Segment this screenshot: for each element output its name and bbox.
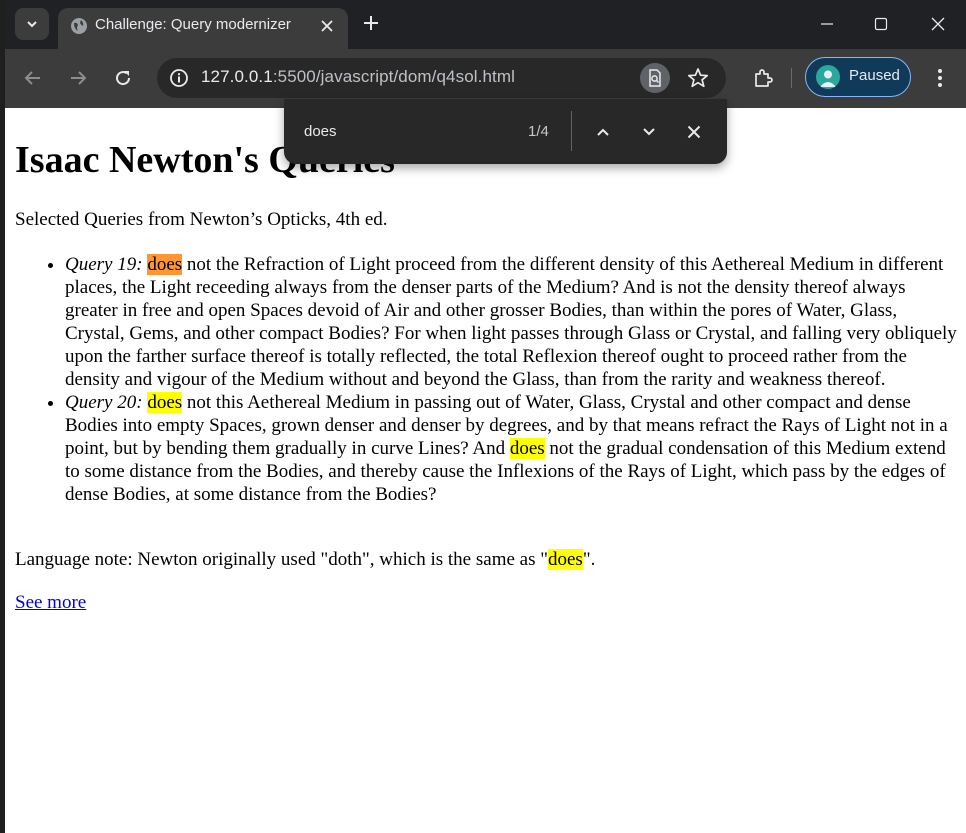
reload-icon	[116, 71, 131, 86]
find-match-count: 1/4	[528, 123, 549, 140]
chevron-up-icon	[597, 128, 609, 136]
url-host: 127.0.0.1	[201, 67, 273, 86]
find-indicator-button[interactable]	[640, 63, 670, 93]
window-close-button[interactable]	[923, 10, 953, 38]
close-icon	[931, 17, 945, 31]
query-19-item: Query 19: does not the Refraction of Lig…	[65, 253, 960, 391]
tab-title: Challenge: Query modernizer	[95, 16, 291, 33]
query-label: Query 19:	[65, 254, 143, 275]
query-20-item: Query 20: does not this Aethereal Medium…	[65, 391, 960, 506]
kebab-menu-icon	[938, 69, 942, 87]
language-note: Language note: Newton originally used "d…	[15, 549, 595, 571]
forward-icon	[71, 71, 87, 85]
find-separator	[571, 111, 572, 151]
tab-search-button[interactable]	[15, 8, 49, 40]
site-info-icon	[170, 69, 188, 87]
see-more-link[interactable]: See more	[15, 592, 86, 614]
find-input[interactable]: does	[304, 123, 337, 140]
find-bar: does 1/4	[284, 99, 727, 164]
forward-button[interactable]	[62, 62, 94, 94]
minimize-button[interactable]	[812, 10, 842, 38]
chevron-down-icon	[643, 128, 655, 136]
toolbar-separator	[791, 68, 792, 88]
globe-icon	[71, 18, 87, 34]
close-icon	[687, 125, 701, 139]
find-previous-button[interactable]	[590, 119, 616, 145]
find-match: does	[147, 392, 183, 413]
star-icon	[687, 68, 709, 88]
query-text: not the Refraction of Light proceed from…	[65, 254, 957, 390]
find-match-active: does	[147, 254, 183, 275]
maximize-icon	[874, 17, 888, 31]
url-path: :5500/javascript/dom/q4sol.html	[272, 67, 515, 86]
extensions-icon	[755, 69, 773, 87]
reload-button[interactable]	[107, 62, 139, 94]
back-icon	[24, 71, 40, 85]
find-match: does	[509, 438, 545, 459]
close-icon	[321, 20, 333, 32]
queries-list: Query 19: does not the Refraction of Lig…	[15, 253, 960, 506]
find-icon	[649, 69, 661, 87]
find-next-button[interactable]	[636, 119, 662, 145]
tab-close-button[interactable]	[316, 15, 338, 37]
site-info-button[interactable]	[167, 66, 191, 90]
find-close-button[interactable]	[681, 119, 707, 145]
background-window-edge	[0, 0, 5, 833]
profile-status: Paused	[849, 67, 900, 84]
page-subtitle: Selected Queries from Newton’s Opticks, …	[15, 209, 388, 230]
profile-button[interactable]: Paused	[805, 57, 911, 97]
new-tab-button[interactable]	[360, 12, 382, 34]
find-match: does	[547, 549, 583, 570]
extensions-button[interactable]	[748, 63, 778, 93]
chevron-down-icon	[27, 21, 37, 28]
url-text[interactable]: 127.0.0.1:5500/javascript/dom/q4sol.html	[201, 67, 515, 87]
query-label: Query 20:	[65, 392, 143, 413]
back-button[interactable]	[17, 62, 49, 94]
active-tab[interactable]: Challenge: Query modernizer	[58, 8, 348, 49]
note-text: Language note: Newton originally used "d…	[15, 549, 548, 570]
plus-icon	[364, 16, 378, 30]
bookmark-button[interactable]	[685, 65, 711, 91]
address-bar[interactable]: 127.0.0.1:5500/javascript/dom/q4sol.html	[157, 58, 726, 98]
browser-menu-button[interactable]	[929, 63, 951, 93]
tab-strip: Challenge: Query modernizer	[5, 0, 966, 49]
avatar-icon	[816, 65, 840, 89]
minimize-icon	[821, 23, 833, 25]
maximize-button[interactable]	[866, 10, 896, 38]
note-text: ".	[582, 549, 596, 570]
